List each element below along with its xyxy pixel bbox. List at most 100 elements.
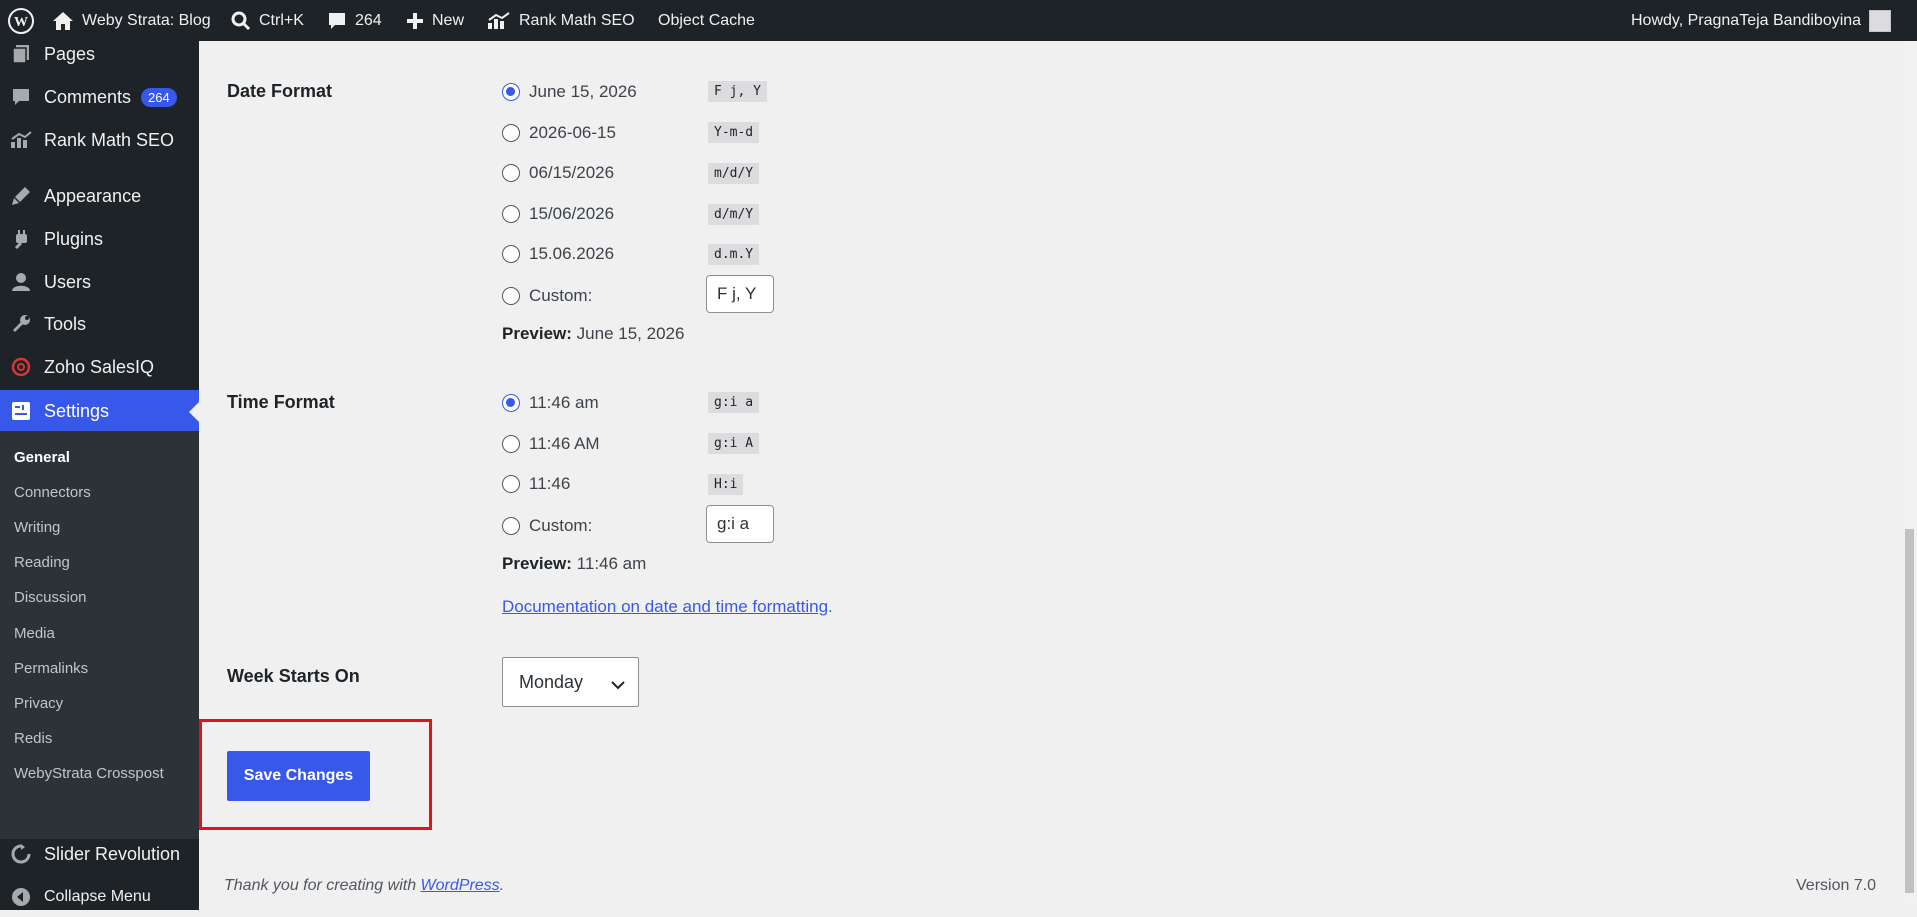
svg-text:W: W [14,15,28,30]
admin-bar: W Weby Strata: Blog Ctrl+K 264 New Rank … [0,0,1917,41]
format-code: H:i [708,474,744,495]
rank-math-link[interactable]: Rank Math SEO [487,0,635,41]
menu-pages[interactable]: Pages [0,34,199,74]
custom-date-format-input[interactable]: F j, Y [706,275,774,313]
search-shortcut[interactable]: Ctrl+K [231,0,304,41]
menu-plugins[interactable]: Plugins [0,219,199,259]
submenu-privacy[interactable]: Privacy [14,695,63,712]
menu-label: Users [44,271,92,292]
object-cache-link[interactable]: Object Cache [658,0,755,41]
menu-label: Plugins [44,228,104,249]
preview-value: June 15, 2026 [576,324,685,343]
radio-button[interactable] [502,164,520,182]
rank-math-icon [487,11,511,30]
preview-label: Preview: [502,554,572,573]
date-option-text: June 15, 2026 [529,82,637,101]
time-option-2[interactable]: 11:46 AM [502,432,600,456]
submenu-reading[interactable]: Reading [14,554,70,571]
plus-icon [406,12,424,30]
date-format-label: Date Format [227,81,333,101]
menu-rank-math[interactable]: Rank Math SEO [0,120,199,160]
submenu-writing[interactable]: Writing [14,519,60,536]
menu-label: Slider Revolution [44,843,181,864]
plugins-icon [10,228,32,250]
save-changes-button[interactable]: Save Changes [227,751,370,801]
radio-button[interactable] [502,287,520,305]
radio-button[interactable] [502,83,520,101]
preview-label: Preview: [502,324,572,343]
menu-tools[interactable]: Tools [0,304,199,344]
howdy-text: Howdy, PragnaTeja Bandiboyina [1631,11,1862,29]
date-option-text: 06/15/2026 [529,163,615,182]
menu-label: Pages [44,43,96,64]
select-value: Monday [519,671,584,692]
date-option-5[interactable]: 15.06.2026 [502,242,614,266]
footer-thanks: Thank you for creating with WordPress. [224,877,504,895]
menu-label: Rank Math SEO [44,129,175,150]
format-code: g:i a [708,392,760,413]
submenu-redis[interactable]: Redis [14,730,52,747]
custom-label: Custom: [529,286,593,305]
menu-zoho-salesiq[interactable]: Zoho SalesIQ [0,347,199,387]
menu-label: Comments [44,86,132,107]
collapse-label: Collapse Menu [44,888,151,905]
avatar [1869,9,1892,32]
date-option-1[interactable]: June 15, 2026 [502,80,637,104]
submenu-discussion[interactable]: Discussion [14,589,87,606]
menu-label: Tools [44,313,87,334]
date-preview: Preview: June 15, 2026 [502,324,684,344]
page-scrollbar[interactable] [1902,41,1917,910]
radio-button[interactable] [502,475,520,493]
week-starts-on-label: Week Starts On [227,666,360,686]
radio-button[interactable] [502,245,520,263]
date-option-text: 15/06/2026 [529,204,615,223]
time-option-3[interactable]: 11:46 [502,472,570,496]
submenu-general[interactable]: General [14,449,70,466]
settings-icon [10,400,32,422]
menu-label: Zoho SalesIQ [44,356,155,377]
submenu-webystrata-crosspost[interactable]: WebyStrata Crosspost [14,765,164,782]
object-cache-label: Object Cache [658,11,755,29]
date-option-text: 15.06.2026 [529,244,615,263]
radio-button[interactable] [502,394,520,412]
time-option-custom[interactable]: Custom: [502,514,592,538]
menu-users[interactable]: Users [0,262,199,302]
preview-value: 11:46 am [576,554,647,573]
my-account-link[interactable]: Howdy, PragnaTeja Bandiboyina [1631,0,1892,41]
rank-math-label: Rank Math SEO [519,11,635,29]
users-icon [10,271,32,293]
refresh-icon [10,843,32,865]
radio-button[interactable] [502,205,520,223]
scrollbar-thumb[interactable] [1905,529,1914,893]
radio-button[interactable] [502,517,520,535]
new-content-link[interactable]: New [406,0,464,41]
format-code: F j, Y [708,81,767,102]
radio-button[interactable] [502,124,520,142]
custom-time-format-input[interactable]: g:i a [706,505,774,543]
date-option-custom[interactable]: Custom: [502,284,592,308]
date-option-3[interactable]: 06/15/2026 [502,161,614,185]
format-code: d/m/Y [708,204,760,225]
documentation-link[interactable]: Documentation on date and time formattin… [502,597,828,616]
menu-slider-revolution[interactable]: Slider Revolution [0,834,199,874]
menu-comments[interactable]: Comments 264 [0,77,199,117]
pages-icon [10,43,32,65]
submenu-connectors[interactable]: Connectors [14,484,91,501]
time-option-1[interactable]: 11:46 am [502,391,599,415]
date-option-2[interactable]: 2026-06-15 [502,121,616,145]
menu-label: Appearance [44,185,142,206]
tools-icon [10,313,32,335]
date-option-4[interactable]: 15/06/2026 [502,202,614,226]
new-label: New [432,11,465,29]
radio-button[interactable] [502,435,520,453]
menu-settings[interactable]: Settings [0,390,199,432]
submenu-permalinks[interactable]: Permalinks [14,660,88,677]
submenu-media[interactable]: Media [14,625,55,642]
wordpress-link[interactable]: WordPress [421,877,500,894]
doc-link-suffix: . [828,597,833,616]
collapse-menu-button[interactable]: Collapse Menu [0,877,199,917]
menu-appearance[interactable]: Appearance [0,176,199,216]
comments-link[interactable]: 264 [327,0,382,41]
week-starts-on-select[interactable]: Monday [502,657,639,707]
site-name: Weby Strata: Blog [82,11,211,29]
